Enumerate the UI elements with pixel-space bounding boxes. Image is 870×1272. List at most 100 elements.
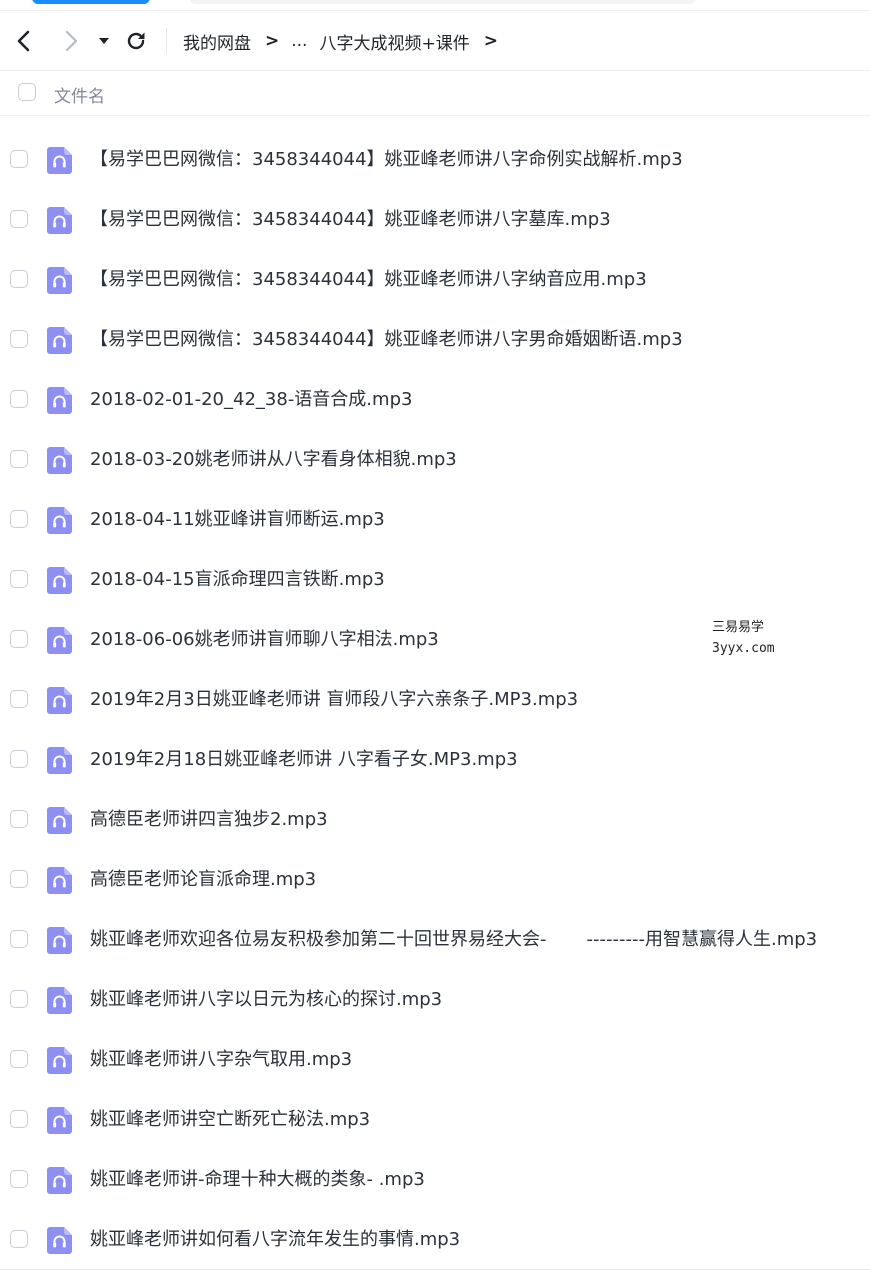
primary-action-button[interactable] (32, 0, 150, 4)
file-row[interactable]: 2019年2月3日姚亚峰老师讲 盲师段八字六亲条子.MP3.mp3 (0, 670, 870, 730)
audio-file-icon (47, 627, 72, 654)
file-name[interactable]: 2019年2月18日姚亚峰老师讲 八字看子女.MP3.mp3 (90, 748, 518, 772)
file-name[interactable]: 姚亚峰老师讲如何看八字流年发生的事情.mp3 (90, 1228, 460, 1252)
file-name[interactable]: 姚亚峰老师讲空亡断死亡秘法.mp3 (90, 1108, 370, 1132)
audio-file-icon (47, 147, 72, 174)
file-row[interactable]: 2018-04-11姚亚峰讲盲师断运.mp3 (0, 490, 870, 550)
file-name[interactable]: 【易学巴巴网微信：3458344044】姚亚峰老师讲八字命例实战解析.mp3 (90, 148, 683, 172)
row-checkbox[interactable] (10, 390, 28, 408)
row-checkbox[interactable] (10, 990, 28, 1008)
navigation-bar: 我的网盘 > ... 八字大成视频+课件 > (0, 11, 870, 71)
row-checkbox[interactable] (10, 870, 28, 888)
file-name[interactable]: 2018-04-15盲派命理四言铁断.mp3 (90, 568, 385, 592)
file-row[interactable]: 【易学巴巴网微信：3458344044】姚亚峰老师讲八字命例实战解析.mp3 (0, 130, 870, 190)
breadcrumb-separator-trailing: > (483, 31, 498, 51)
row-checkbox[interactable] (10, 330, 28, 348)
file-name[interactable]: 【易学巴巴网微信：3458344044】姚亚峰老师讲八字男命婚姻断语.mp3 (90, 328, 683, 352)
breadcrumb: 我的网盘 > ... 八字大成视频+课件 > (183, 28, 510, 54)
row-checkbox[interactable] (10, 270, 28, 288)
file-row[interactable]: 姚亚峰老师讲如何看八字流年发生的事情.mp3 (0, 1210, 870, 1270)
file-name[interactable]: 【易学巴巴网微信：3458344044】姚亚峰老师讲八字纳音应用.mp3 (90, 268, 647, 292)
file-name[interactable]: 高德臣老师论盲派命理.mp3 (90, 868, 316, 892)
file-name[interactable]: 姚亚峰老师欢迎各位易友积极参加第二十回世界易经大会- ---------用智慧赢… (90, 928, 817, 952)
row-checkbox[interactable] (10, 150, 28, 168)
watermark: 三易易学 3yyx.com (712, 617, 775, 659)
file-list-header: 文件名 (0, 71, 870, 116)
row-checkbox[interactable] (10, 630, 28, 648)
forward-button[interactable] (57, 27, 85, 55)
list-bottom-divider (0, 1269, 870, 1270)
audio-file-icon (47, 1047, 72, 1074)
file-name[interactable]: 高德臣老师讲四言独步2.mp3 (90, 808, 328, 832)
chevron-left-icon (17, 30, 30, 52)
chevron-right-icon (65, 30, 78, 52)
row-checkbox[interactable] (10, 1230, 28, 1248)
file-row[interactable]: 【易学巴巴网微信：3458344044】姚亚峰老师讲八字男命婚姻断语.mp3 (0, 310, 870, 370)
row-checkbox[interactable] (10, 570, 28, 588)
row-checkbox[interactable] (10, 750, 28, 768)
file-list: 【易学巴巴网微信：3458344044】姚亚峰老师讲八字命例实战解析.mp3 【易… (0, 130, 870, 1270)
audio-file-icon (47, 687, 72, 714)
audio-file-icon (47, 927, 72, 954)
file-name[interactable]: 2018-06-06姚老师讲盲师聊八字相法.mp3 (90, 628, 439, 652)
column-header-filename[interactable]: 文件名 (54, 82, 105, 107)
file-row[interactable]: 高德臣老师论盲派命理.mp3 (0, 850, 870, 910)
file-name[interactable]: 2018-03-20姚老师讲从八字看身体相貌.mp3 (90, 448, 457, 472)
row-checkbox[interactable] (10, 210, 28, 228)
breadcrumb-current[interactable]: 八字大成视频+课件 (319, 29, 469, 54)
audio-file-icon (47, 447, 72, 474)
breadcrumb-root[interactable]: 我的网盘 (183, 29, 251, 54)
file-name[interactable]: 姚亚峰老师讲-命理十种大概的类象- .mp3 (90, 1168, 425, 1192)
file-name[interactable]: 2018-04-11姚亚峰讲盲师断运.mp3 (90, 508, 385, 532)
audio-file-icon (47, 1167, 72, 1194)
audio-file-icon (47, 207, 72, 234)
file-row[interactable]: 姚亚峰老师讲八字杂气取用.mp3 (0, 1030, 870, 1090)
file-name[interactable]: 【易学巴巴网微信：3458344044】姚亚峰老师讲八字墓库.mp3 (90, 208, 611, 232)
file-row[interactable]: 2019年2月18日姚亚峰老师讲 八字看子女.MP3.mp3 (0, 730, 870, 790)
top-toolbar-strip (0, 0, 870, 11)
breadcrumb-ellipsis[interactable]: ... (291, 31, 307, 51)
file-row[interactable]: 【易学巴巴网微信：3458344044】姚亚峰老师讲八字纳音应用.mp3 (0, 250, 870, 310)
row-checkbox[interactable] (10, 810, 28, 828)
file-row[interactable]: 2018-02-01-20_42_38-语音合成.mp3 (0, 370, 870, 430)
file-row[interactable]: 姚亚峰老师讲八字以日元为核心的探讨.mp3 (0, 970, 870, 1030)
audio-file-icon (47, 267, 72, 294)
breadcrumb-separator: > (265, 31, 280, 51)
audio-file-icon (47, 567, 72, 594)
file-row[interactable]: 2018-04-15盲派命理四言铁断.mp3 (0, 550, 870, 610)
audio-file-icon (47, 387, 72, 414)
caret-down-icon (99, 38, 109, 44)
row-checkbox[interactable] (10, 930, 28, 948)
watermark-url: 3yyx.com (712, 641, 775, 656)
row-checkbox[interactable] (10, 1110, 28, 1128)
select-all-checkbox[interactable] (18, 83, 36, 101)
row-checkbox[interactable] (10, 510, 28, 528)
row-checkbox[interactable] (10, 450, 28, 468)
file-row[interactable]: 姚亚峰老师讲-命理十种大概的类象- .mp3 (0, 1150, 870, 1210)
audio-file-icon (47, 1107, 72, 1134)
audio-file-icon (47, 987, 72, 1014)
back-button[interactable] (10, 27, 38, 55)
top-search-field[interactable] (190, 0, 695, 4)
row-checkbox[interactable] (10, 1050, 28, 1068)
refresh-button[interactable] (122, 27, 150, 55)
file-name[interactable]: 2018-02-01-20_42_38-语音合成.mp3 (90, 388, 412, 412)
file-row[interactable]: 【易学巴巴网微信：3458344044】姚亚峰老师讲八字墓库.mp3 (0, 190, 870, 250)
audio-file-icon (47, 327, 72, 354)
file-row[interactable]: 姚亚峰老师欢迎各位易友积极参加第二十回世界易经大会- ---------用智慧赢… (0, 910, 870, 970)
audio-file-icon (47, 507, 72, 534)
audio-file-icon (47, 1227, 72, 1254)
refresh-icon (127, 32, 145, 50)
watermark-title: 三易易学 (712, 620, 765, 635)
row-checkbox[interactable] (10, 690, 28, 708)
file-name[interactable]: 姚亚峰老师讲八字以日元为核心的探讨.mp3 (90, 988, 442, 1012)
file-row[interactable]: 姚亚峰老师讲空亡断死亡秘法.mp3 (0, 1090, 870, 1150)
file-name[interactable]: 2019年2月3日姚亚峰老师讲 盲师段八字六亲条子.MP3.mp3 (90, 688, 578, 712)
file-row[interactable]: 高德臣老师讲四言独步2.mp3 (0, 790, 870, 850)
audio-file-icon (47, 807, 72, 834)
history-dropdown-button[interactable] (92, 27, 116, 55)
file-row[interactable]: 2018-03-20姚老师讲从八字看身体相貌.mp3 (0, 430, 870, 490)
file-name[interactable]: 姚亚峰老师讲八字杂气取用.mp3 (90, 1048, 352, 1072)
row-checkbox[interactable] (10, 1170, 28, 1188)
audio-file-icon (47, 747, 72, 774)
